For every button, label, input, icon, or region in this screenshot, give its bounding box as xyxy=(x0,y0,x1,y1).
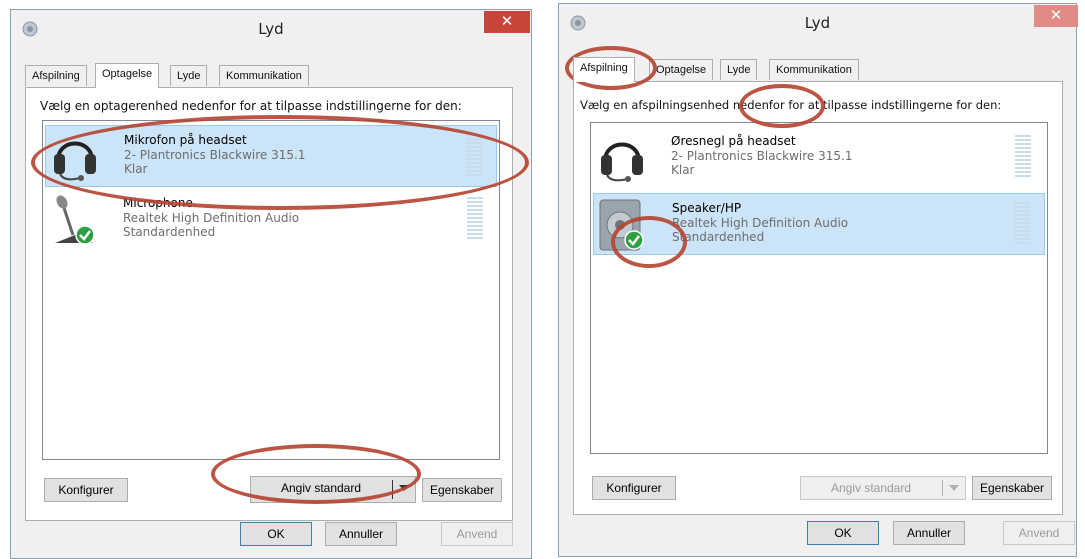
ok-button[interactable]: OK xyxy=(240,522,312,546)
headset-icon xyxy=(601,142,643,182)
close-icon: ✕ xyxy=(500,12,514,30)
device-driver: Realtek High Definition Audio xyxy=(123,211,300,225)
level-meter xyxy=(467,197,483,243)
device-status: Standardenhed xyxy=(123,225,216,239)
device-name: Øresnegl på headset xyxy=(671,134,796,148)
tab-sounds[interactable]: Lyde xyxy=(720,59,758,80)
cancel-button[interactable]: Annuller xyxy=(893,521,965,545)
device-status: Standardenhed xyxy=(672,230,765,244)
tab-communication[interactable]: Kommunikation xyxy=(769,59,859,80)
device-status: Klar xyxy=(124,162,148,176)
device-item-headset-earpiece[interactable]: Øresnegl på headset 2- Plantronics Black… xyxy=(593,127,1045,189)
tab-panel: Vælg en afspilningsenhed nedenfor for at… xyxy=(573,81,1063,515)
device-status: Klar xyxy=(671,163,695,177)
set-default-button[interactable]: Angiv standard xyxy=(800,476,966,500)
apply-button[interactable]: Anvend xyxy=(441,522,513,546)
device-list[interactable]: Øresnegl på headset 2- Plantronics Black… xyxy=(590,122,1048,454)
ok-button[interactable]: OK xyxy=(807,521,879,545)
set-default-label: Angiv standard xyxy=(830,481,912,495)
set-default-button[interactable]: Angiv standard xyxy=(250,476,416,503)
close-button[interactable]: ✕ xyxy=(484,11,530,33)
level-meter xyxy=(1014,202,1030,248)
device-name: Speaker/HP xyxy=(672,201,742,215)
close-button[interactable]: ✕ xyxy=(1034,5,1078,27)
instruction-text: Vælg en optagerenhed nedenfor for at til… xyxy=(40,99,462,113)
tab-recording[interactable]: Optagelse xyxy=(649,59,714,80)
device-driver: Realtek High Definition Audio xyxy=(672,216,849,230)
tab-panel: Vælg en optagerenhed nedenfor for at til… xyxy=(25,87,513,521)
window-title: Lyd xyxy=(258,20,284,38)
configure-button[interactable]: Konfigurer xyxy=(44,478,128,502)
speaker-icon xyxy=(599,199,644,251)
cancel-button[interactable]: Annuller xyxy=(325,522,397,546)
level-meter xyxy=(466,134,482,180)
properties-button[interactable]: Egenskaber xyxy=(972,476,1052,500)
close-icon: ✕ xyxy=(1049,6,1063,24)
device-item-speaker[interactable]: Speaker/HP Realtek High Definition Audio… xyxy=(593,193,1045,255)
device-name: Microphone xyxy=(123,196,193,210)
headset-icon xyxy=(54,141,96,181)
device-name: Mikrofon på headset xyxy=(124,133,247,147)
dropdown-arrow-icon[interactable] xyxy=(399,485,409,491)
set-default-label: Angiv standard xyxy=(280,481,362,495)
level-meter xyxy=(1015,135,1031,181)
device-item-headset-mic[interactable]: Mikrofon på headset 2- Plantronics Black… xyxy=(45,125,497,187)
sound-dialog-playback: Lyd ✕ Afspilning Optagelse Lyde Kommunik… xyxy=(558,3,1078,557)
window-title: Lyd xyxy=(804,14,831,32)
sound-dialog-recording: Lyd ✕ Afspilning Optagelse Lyde Kommunik… xyxy=(10,9,532,559)
title-bar[interactable]: Lyd ✕ xyxy=(11,10,531,48)
instruction-text: Vælg en afspilningsenhed nedenfor for at… xyxy=(580,98,1002,112)
tab-sounds[interactable]: Lyde xyxy=(170,65,208,86)
device-driver: 2- Plantronics Blackwire 315.1 xyxy=(671,149,853,163)
tab-playback[interactable]: Afspilning xyxy=(25,65,87,86)
device-driver: 2- Plantronics Blackwire 315.1 xyxy=(124,148,306,162)
apply-button[interactable]: Anvend xyxy=(1003,521,1075,545)
tab-communication[interactable]: Kommunikation xyxy=(219,65,309,86)
tab-playback[interactable]: Afspilning xyxy=(573,57,635,82)
tab-recording[interactable]: Optagelse xyxy=(95,63,160,88)
microphone-icon xyxy=(55,195,95,245)
properties-button[interactable]: Egenskaber xyxy=(422,478,502,502)
configure-button[interactable]: Konfigurer xyxy=(592,476,676,500)
device-item-microphone[interactable]: Microphone Realtek High Definition Audio… xyxy=(45,189,497,251)
dropdown-arrow-icon[interactable] xyxy=(949,485,959,491)
device-list[interactable]: Mikrofon på headset 2- Plantronics Black… xyxy=(42,120,500,460)
title-bar[interactable]: Lyd ✕ xyxy=(559,4,1078,42)
